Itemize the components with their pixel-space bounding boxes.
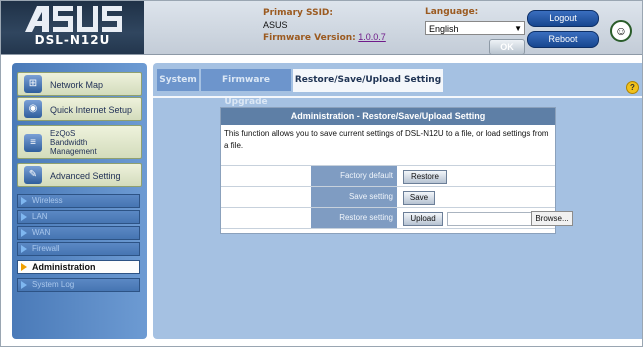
card-description: This function allows you to save current…	[224, 129, 549, 150]
language-ok-button[interactable]: OK	[489, 39, 525, 55]
upload-button[interactable]: Upload	[403, 212, 443, 226]
factory-default-row: Factory default Restore	[221, 165, 555, 186]
row-label: Factory default	[311, 166, 397, 186]
header-bar: DSL-N12U Primary SSID: ASUS Firmware Ver…	[1, 1, 642, 55]
triangle-right-icon	[21, 229, 27, 237]
triangle-right-icon	[21, 197, 27, 205]
sidebar-item-label: Network Map	[50, 80, 104, 90]
row-label: Restore setting	[311, 208, 397, 228]
tab-underline	[153, 96, 642, 98]
triangle-right-icon	[21, 213, 27, 221]
row-cell: Upload Browse...	[397, 208, 573, 228]
save-setting-row: Save setting Save	[221, 186, 555, 207]
subitem-label: LAN	[32, 212, 48, 221]
language-label: Language:	[425, 7, 479, 17]
firmware-label: Firmware Version:	[263, 33, 356, 43]
reboot-button[interactable]: Reboot	[527, 31, 599, 48]
sidebar-item-label: Advanced Setting	[50, 171, 121, 181]
sidebar-subitem-lan[interactable]: LAN	[17, 210, 140, 224]
globe-icon: ◉	[24, 100, 42, 118]
restore-setting-row: Restore setting Upload Browse...	[221, 207, 573, 229]
card-title: Administration - Restore/Save/Upload Set…	[221, 108, 555, 125]
tab-bar: System Firmware Upgrade Restore/Save/Upl…	[153, 69, 642, 107]
logo-area: DSL-N12U	[1, 1, 144, 54]
sidebar-item-network-map[interactable]: ⊞ Network Map	[17, 72, 142, 96]
sidebar: ⊞ Network Map ◉ Quick Internet Setup ≡ E…	[12, 63, 147, 339]
sidebar-item-quick-internet-setup[interactable]: ◉ Quick Internet Setup	[17, 97, 142, 121]
firmware-version-link[interactable]: 1.0.0.7	[358, 32, 386, 42]
language-block: Language: English ▼ OK	[425, 7, 525, 55]
subitem-label: System Log	[32, 280, 75, 289]
sidebar-item-label: EzQoS Bandwidth Management	[50, 129, 97, 156]
router-admin-page: DSL-N12U Primary SSID: ASUS Firmware Ver…	[0, 0, 643, 347]
model-name: DSL-N12U	[34, 33, 111, 47]
main-panel: System Firmware Upgrade Restore/Save/Upl…	[153, 63, 642, 339]
mascot-icon: ☺	[610, 20, 632, 42]
router-info: Primary SSID: ASUS Firmware Version: 1.0…	[263, 7, 386, 44]
sidebar-item-ezqos[interactable]: ≡ EzQoS Bandwidth Management	[17, 125, 142, 159]
ssid-value: ASUS	[263, 20, 288, 30]
triangle-right-icon	[21, 245, 27, 253]
sidebar-subitem-administration[interactable]: Administration	[17, 260, 140, 274]
sidebar-subitem-wireless[interactable]: Wireless	[17, 194, 140, 208]
row-cell: Restore	[397, 166, 555, 186]
tab-restore-save-upload[interactable]: Restore/Save/Upload Setting	[293, 69, 443, 92]
asus-logo-icon	[25, 6, 122, 32]
sidebar-item-label: Quick Internet Setup	[50, 105, 133, 115]
subitem-label: Administration	[32, 262, 96, 272]
chevron-down-icon: ▼	[514, 24, 522, 33]
network-icon: ⊞	[24, 75, 42, 93]
triangle-right-icon	[21, 263, 27, 271]
row-label: Save setting	[311, 187, 397, 207]
subitem-label: Firewall	[32, 244, 60, 253]
language-select[interactable]: English ▼	[425, 21, 525, 35]
triangle-right-icon	[21, 281, 27, 289]
sidebar-subitem-firewall[interactable]: Firewall	[17, 242, 140, 256]
restore-button[interactable]: Restore	[403, 170, 447, 184]
tab-system[interactable]: System	[157, 69, 199, 91]
browse-button[interactable]: Browse...	[531, 211, 573, 226]
settings-card: Administration - Restore/Save/Upload Set…	[220, 107, 573, 234]
row-cell: Save	[397, 187, 555, 207]
sidebar-item-advanced-setting[interactable]: ✎ Advanced Setting	[17, 163, 142, 187]
language-value: English	[429, 24, 459, 34]
qos-icon: ≡	[24, 134, 42, 152]
tab-firmware-upgrade[interactable]: Firmware Upgrade	[201, 69, 291, 107]
subitem-label: Wireless	[32, 196, 63, 205]
sidebar-subitem-wan[interactable]: WAN	[17, 226, 140, 240]
subitem-label: WAN	[32, 228, 51, 237]
ssid-label: Primary SSID:	[263, 8, 333, 18]
help-icon[interactable]: ?	[626, 81, 639, 94]
logout-button[interactable]: Logout	[527, 10, 599, 27]
sidebar-subitem-system-log[interactable]: System Log	[17, 278, 140, 292]
save-button[interactable]: Save	[403, 191, 435, 205]
tools-icon: ✎	[24, 166, 42, 184]
